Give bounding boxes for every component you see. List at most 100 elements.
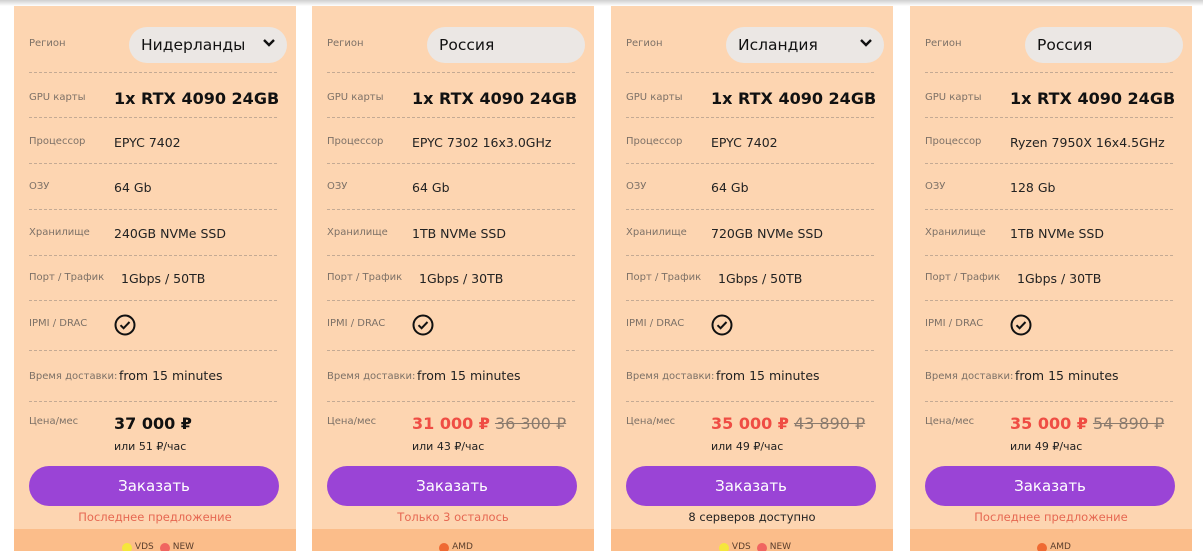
ram-label: ОЗУ bbox=[626, 181, 647, 192]
delivery-value: from 15 minutes bbox=[1015, 368, 1119, 383]
gpu-row: GPU карты 1x RTX 4090 24GB bbox=[925, 72, 1175, 118]
storage-row: Хранилище 1TB NVMe SSD bbox=[925, 210, 1173, 256]
region-field: Россия bbox=[427, 27, 585, 63]
ram-value: 64 Gb bbox=[412, 180, 450, 195]
ram-row: ОЗУ 128 Gb bbox=[925, 164, 1173, 210]
price-row: 31 000 ₽36 300 ₽ bbox=[412, 414, 566, 433]
availability-status: Последнее предложение bbox=[78, 510, 232, 524]
ipmi-label: IPMI / DRAC bbox=[327, 318, 386, 329]
tag-dot bbox=[1037, 543, 1048, 551]
delivery-label: Время доставки: bbox=[925, 371, 1014, 382]
region-label: Регион bbox=[626, 38, 663, 49]
delivery-row: Время доставки: from 15 minutes bbox=[626, 351, 874, 402]
ram-row: ОЗУ 64 Gb bbox=[327, 164, 575, 210]
gpu-label: GPU карты bbox=[29, 92, 86, 103]
price-value: 35 000 ₽ bbox=[711, 414, 789, 433]
price-row: 35 000 ₽54 890 ₽ bbox=[1010, 414, 1164, 433]
region-value: Исландия bbox=[738, 36, 818, 54]
old-price: 36 300 ₽ bbox=[494, 414, 567, 433]
delivery-value: from 15 minutes bbox=[119, 368, 223, 383]
tag-dot bbox=[718, 543, 729, 551]
ram-label: ОЗУ bbox=[327, 181, 348, 192]
ram-row: ОЗУ 64 Gb bbox=[29, 164, 277, 210]
tag-label: AMD bbox=[1050, 542, 1071, 551]
price-value: 37 000 ₽ bbox=[114, 414, 192, 433]
tag-dot bbox=[159, 543, 170, 551]
delivery-value: from 15 minutes bbox=[417, 368, 521, 383]
cpu-label: Процессор bbox=[29, 136, 86, 147]
cpu-value: EPYC 7402 bbox=[711, 135, 778, 150]
storage-value: 1TB NVMe SSD bbox=[1010, 226, 1104, 241]
ipmi-row: IPMI / DRAC bbox=[626, 301, 874, 351]
tag-label: AMD bbox=[452, 542, 473, 551]
region-select[interactable]: Исландия bbox=[726, 27, 884, 63]
hourly-price: или 49 ₽/час bbox=[711, 440, 784, 453]
availability-status: 8 серверов доступно bbox=[688, 510, 816, 524]
cpu-label: Процессор bbox=[327, 136, 384, 147]
cpu-label: Процессор bbox=[925, 136, 982, 147]
server-card: Регион Нидерланды GPU карты 1x RTX 4090 … bbox=[14, 6, 296, 551]
availability-status: Последнее предложение bbox=[974, 510, 1128, 524]
port-value: 1Gbps / 30TB bbox=[1017, 271, 1102, 286]
cpu-value: EPYC 7402 bbox=[114, 135, 181, 150]
region-field: Россия bbox=[1025, 27, 1183, 63]
check-circle-icon bbox=[711, 314, 733, 336]
region-label: Регион bbox=[29, 38, 66, 49]
port-row: Порт / Трафик 1Gbps / 50TB bbox=[29, 256, 277, 301]
storage-label: Хранилище bbox=[925, 227, 986, 238]
gpu-value: 1x RTX 4090 24GB bbox=[114, 89, 280, 108]
region-row: Регион Россия bbox=[327, 6, 585, 73]
ipmi-label: IPMI / DRAC bbox=[925, 318, 984, 329]
ram-label: ОЗУ bbox=[29, 181, 50, 192]
old-price: 43 890 ₽ bbox=[793, 414, 866, 433]
storage-row: Хранилище 1TB NVMe SSD bbox=[327, 210, 575, 256]
delivery-row: Время доставки: from 15 minutes bbox=[29, 351, 277, 402]
price-label: Цена/мес bbox=[327, 416, 377, 427]
port-label: Порт / Трафик bbox=[925, 272, 1001, 283]
ram-value: 64 Gb bbox=[114, 180, 152, 195]
hourly-price: или 43 ₽/час bbox=[412, 440, 485, 453]
price-label: Цена/мес bbox=[626, 416, 676, 427]
order-button[interactable]: Заказать bbox=[626, 466, 876, 506]
card-footer: VDS NEW bbox=[14, 529, 296, 551]
check-circle-icon bbox=[412, 314, 434, 336]
region-row: Регион Нидерланды bbox=[29, 6, 287, 73]
region-label: Регион bbox=[925, 38, 962, 49]
ipmi-row: IPMI / DRAC bbox=[29, 301, 277, 351]
tag-label: NEW bbox=[172, 542, 195, 551]
delivery-label: Время доставки: bbox=[626, 371, 715, 382]
order-button[interactable]: Заказать bbox=[29, 466, 279, 506]
region-select[interactable]: Нидерланды bbox=[129, 27, 287, 63]
check-circle-icon bbox=[114, 314, 136, 336]
delivery-row: Время доставки: from 15 minutes bbox=[327, 351, 575, 402]
card-footer: AMD bbox=[312, 529, 594, 551]
card-footer: AMD bbox=[910, 529, 1192, 551]
price-row: 37 000 ₽ bbox=[114, 414, 192, 433]
cpu-row: Процессор EPYC 7402 bbox=[626, 118, 874, 164]
tag-label: VDS bbox=[134, 542, 154, 551]
storage-label: Хранилище bbox=[626, 227, 687, 238]
gpu-row: GPU карты 1x RTX 4090 24GB bbox=[29, 72, 280, 118]
server-card: Регион Исландия GPU карты 1x RTX 4090 24… bbox=[611, 6, 893, 551]
chevron-down-icon bbox=[263, 39, 275, 47]
order-button[interactable]: Заказать bbox=[327, 466, 577, 506]
port-label: Порт / Трафик bbox=[29, 272, 105, 283]
ipmi-row: IPMI / DRAC bbox=[925, 301, 1173, 351]
storage-label: Хранилище bbox=[29, 227, 90, 238]
ram-value: 128 Gb bbox=[1010, 180, 1056, 195]
storage-value: 240GB NVMe SSD bbox=[114, 226, 226, 241]
port-value: 1Gbps / 50TB bbox=[121, 271, 206, 286]
ipmi-label: IPMI / DRAC bbox=[29, 318, 88, 329]
region-row: Регион Исландия bbox=[626, 6, 884, 73]
port-row: Порт / Трафик 1Gbps / 30TB bbox=[925, 256, 1173, 301]
hourly-price: или 49 ₽/час bbox=[1010, 440, 1083, 453]
order-button[interactable]: Заказать bbox=[925, 466, 1175, 506]
cpu-value: Ryzen 7950X 16x4.5GHz bbox=[1010, 135, 1165, 150]
availability-status: Только 3 осталось bbox=[397, 510, 509, 524]
delivery-row: Время доставки: from 15 minutes bbox=[925, 351, 1173, 402]
delivery-label: Время доставки: bbox=[327, 371, 416, 382]
cpu-row: Процессор EPYC 7402 bbox=[29, 118, 277, 164]
gpu-label: GPU карты bbox=[327, 92, 384, 103]
server-card: Регион Россия GPU карты 1x RTX 4090 24GB… bbox=[312, 6, 594, 551]
port-label: Порт / Трафик bbox=[327, 272, 403, 283]
